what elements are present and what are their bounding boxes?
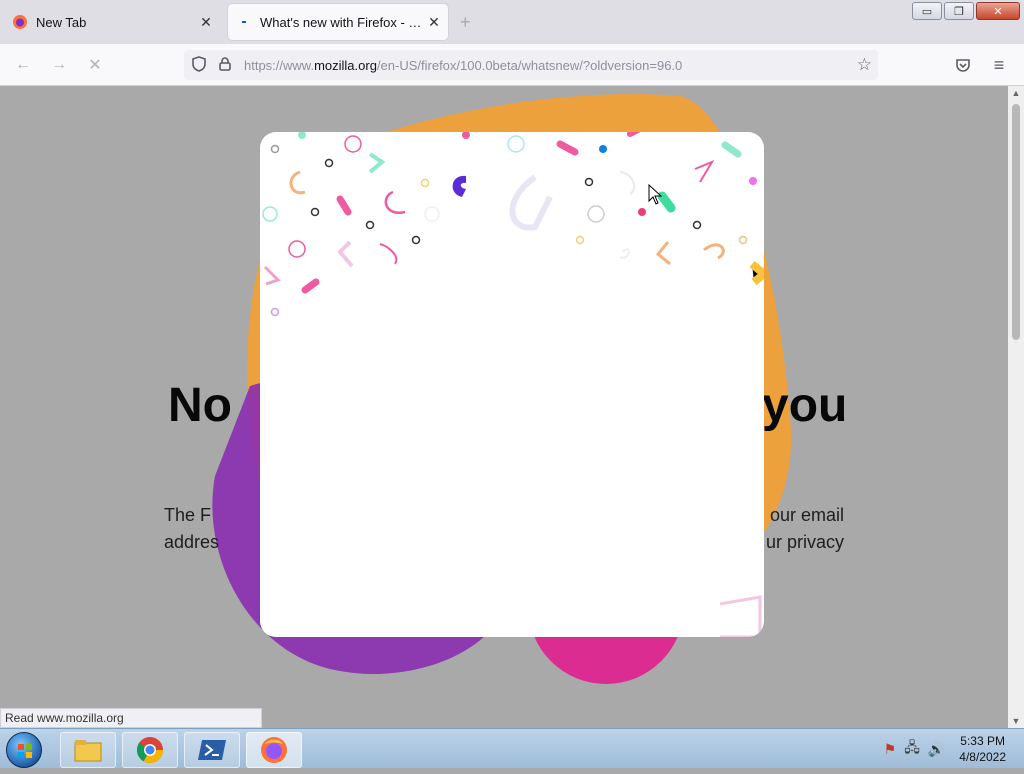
- firefox-icon: [13, 15, 27, 29]
- lock-icon[interactable]: [214, 56, 236, 74]
- firefox-icon: [261, 737, 287, 763]
- headline-right: you: [762, 379, 848, 432]
- confetti-decoration: [262, 132, 764, 637]
- folder-icon: [74, 740, 102, 762]
- close-tab-icon[interactable]: ✕: [424, 14, 444, 31]
- vertical-scrollbar[interactable]: ▲ ▼: [1008, 86, 1024, 728]
- taskbar-firefox[interactable]: [246, 732, 302, 768]
- taskbar-chrome[interactable]: [122, 732, 178, 768]
- close-window-button[interactable]: ✕: [976, 2, 1020, 20]
- new-tab-plus-icon[interactable]: +: [460, 12, 471, 33]
- taskbar-explorer[interactable]: [60, 732, 116, 768]
- windows-logo-icon: [18, 744, 32, 758]
- window-controls: ▭ ❐ ✕: [912, 2, 1020, 20]
- start-button[interactable]: [6, 732, 42, 768]
- scroll-down-icon[interactable]: ▼: [1008, 716, 1024, 726]
- paragraph-left-line-1: The F: [164, 505, 212, 525]
- url-text[interactable]: https://www.mozilla.org/en-US/firefox/10…: [244, 58, 682, 73]
- powershell-icon: [198, 740, 226, 760]
- url-prefix: https://www.: [244, 57, 315, 73]
- tab-title: New Tab: [36, 14, 87, 30]
- chrome-icon: [136, 737, 164, 764]
- url-path: /en-US/firefox/100.0beta/whatsnew/?oldve…: [376, 57, 683, 73]
- url-host: mozilla.org: [314, 57, 377, 73]
- scroll-up-icon[interactable]: ▲: [1008, 88, 1024, 98]
- clock-time: 5:33 PM: [960, 734, 1005, 748]
- tab-new-tab[interactable]: New Tab ✕: [4, 4, 220, 40]
- tab-whats-new[interactable]: What's new with Firefox - More ✕: [228, 4, 448, 40]
- restore-button[interactable]: ❐: [944, 2, 974, 20]
- bookmark-star-icon[interactable]: ☆: [857, 55, 872, 75]
- windows-taskbar: ⚑ 🖧 🔊 5:33 PM 4/8/2022: [0, 728, 1024, 768]
- paragraph-right: our email ur privacy: [758, 502, 844, 556]
- system-tray: ⚑ 🖧 🔊 5:33 PM 4/8/2022: [880, 729, 1024, 769]
- hamburger-menu-icon[interactable]: ≡: [986, 52, 1012, 78]
- stop-icon[interactable]: ✕: [82, 52, 108, 78]
- minimize-button[interactable]: ▭: [912, 2, 942, 20]
- tracking-shield-icon[interactable]: [188, 55, 210, 75]
- tab-title: What's new with Firefox - More: [260, 14, 424, 30]
- back-icon[interactable]: ←: [10, 52, 36, 78]
- forward-icon[interactable]: →: [46, 52, 72, 78]
- taskbar-powershell[interactable]: [184, 732, 240, 768]
- paragraph-right-line-1: our email: [769, 505, 844, 525]
- loading-icon: [242, 21, 246, 23]
- paragraph-right-line-2: ur privacy: [765, 532, 844, 552]
- tab-strip: New Tab ✕ What's new with Firefox - More…: [0, 0, 1024, 44]
- url-bar[interactable]: https://www.mozilla.org/en-US/firefox/10…: [184, 50, 878, 80]
- volume-icon[interactable]: 🔊: [928, 741, 945, 758]
- clock-date: 4/8/2022: [959, 750, 1006, 764]
- page-content: No you The F addres our email ur privacy: [0, 86, 1008, 728]
- navigation-toolbar: ← → ✕ https://www.mozilla.org/en-US/fire…: [0, 44, 1024, 86]
- paragraph-left-line-2: addres: [164, 532, 220, 552]
- mouse-cursor-icon: [648, 184, 662, 205]
- action-center-flag-icon[interactable]: ⚑: [884, 741, 897, 758]
- scrollbar-thumb[interactable]: [1012, 104, 1020, 340]
- headline-left: No: [168, 379, 232, 432]
- close-tab-icon[interactable]: ✕: [196, 14, 216, 31]
- network-icon[interactable]: 🖧: [904, 737, 920, 761]
- pocket-icon[interactable]: [950, 52, 976, 78]
- paragraph-left: The F addres: [164, 502, 219, 556]
- status-panel: Read www.mozilla.org: [0, 708, 262, 728]
- whats-new-modal: [260, 132, 764, 637]
- taskbar-clock[interactable]: 5:33 PM 4/8/2022: [959, 733, 1006, 765]
